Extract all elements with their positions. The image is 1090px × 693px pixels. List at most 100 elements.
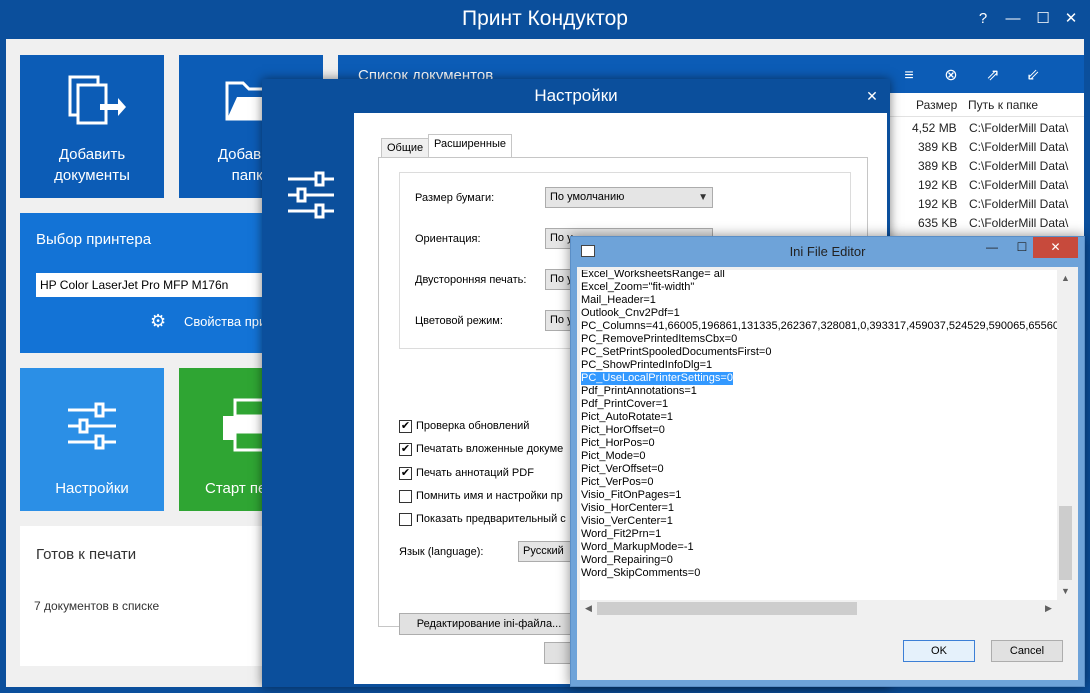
check-updates-checkbox[interactable]: ✔ Проверка обновлений (399, 419, 529, 435)
close-button[interactable]: ✕ (1054, 0, 1088, 38)
checkbox-label: Помнить имя и настройки пр (416, 490, 563, 502)
paper-size-select[interactable]: По умолчанию ▼ (545, 187, 713, 208)
settings-title: Настройки (534, 86, 618, 105)
move-up-icon[interactable]: ⇗ (978, 63, 1008, 89)
print-attachments-checkbox[interactable]: ✔ Печатать вложенные докуме (399, 442, 563, 458)
text-line: Word_Repairing=0 (581, 554, 673, 566)
status-title: Готов к печати (36, 546, 137, 563)
remove-document-icon[interactable]: ⊗ (936, 63, 966, 89)
printer-select-title: Выбор принтера (36, 231, 152, 248)
print-pdf-annotations-checkbox[interactable]: ✔ Печать аннотаций PDF (399, 466, 534, 482)
text-line: Pict_VerPos=0 (581, 476, 654, 488)
settings-close-button[interactable]: ✕ (860, 79, 884, 113)
scroll-down-icon[interactable]: ▼ (1057, 583, 1074, 600)
edit-ini-button[interactable]: Редактирование ini-файла... (399, 613, 579, 635)
horizontal-scroll-thumb[interactable] (597, 602, 857, 615)
row-path: C:\FolderMill Data\ (969, 216, 1069, 230)
minimize-button[interactable]: — (996, 0, 1030, 38)
table-row[interactable]: 4,52 MB C:\FolderMill Data\ (890, 119, 1084, 138)
orientation-label: Ориентация: (415, 233, 481, 245)
tab-advanced[interactable]: Расширенные (428, 134, 512, 158)
ok-button[interactable]: OK (903, 640, 975, 662)
text-line: Outlook_Cnv2Pdf=1 (581, 307, 680, 319)
sliders-icon (68, 402, 116, 450)
checkbox-box (399, 489, 412, 503)
row-size: 4,52 MB (912, 121, 957, 135)
language-select[interactable]: Русский (518, 541, 578, 562)
remember-printer-checkbox[interactable]: Помнить имя и настройки пр (399, 489, 563, 505)
move-down-icon[interactable]: ⇙ (1018, 63, 1048, 89)
paper-size-value: По умолчанию (550, 191, 625, 203)
row-size: 389 KB (918, 140, 958, 154)
text-line: Pict_VerOffset=0 (581, 463, 664, 475)
checkbox-label: Проверка обновлений (416, 420, 530, 432)
row-size: 192 KB (918, 178, 958, 192)
table-row[interactable]: 192 KB C:\FolderMill Data\ (890, 176, 1084, 195)
table-row[interactable]: 389 KB C:\FolderMill Data\ (890, 138, 1084, 157)
table-header: Размер Путь к папке (890, 93, 1084, 117)
checkbox-box (399, 512, 412, 526)
vertical-scrollbar[interactable]: ▲ ▼ (1057, 270, 1074, 600)
paper-size-label: Размер бумаги: (415, 192, 495, 204)
table-row[interactable]: 192 KB C:\FolderMill Data\ (890, 195, 1084, 214)
checkbox-label: Печатать вложенные докуме (416, 443, 564, 455)
status-text: 7 документов в списке (34, 599, 160, 613)
checkbox-box: ✔ (399, 419, 412, 433)
column-path[interactable]: Путь к папке (968, 93, 1038, 117)
horizontal-scrollbar[interactable]: ◀ ▶ (580, 600, 1057, 617)
help-button[interactable]: ? (966, 0, 1000, 38)
settings-tile[interactable]: Настройки (20, 368, 164, 511)
tab-general[interactable]: Общие (381, 138, 430, 158)
add-documents-icon (68, 75, 126, 125)
duplex-label: Двусторонняя печать: (415, 274, 527, 286)
ini-minimize-button[interactable]: — (977, 237, 1007, 259)
text-line: Mail_Header=1 (581, 294, 656, 306)
row-size: 635 KB (918, 216, 958, 230)
ini-close-button[interactable]: ✕ (1033, 237, 1078, 258)
text-line: Pict_HorPos=0 (581, 437, 655, 449)
checkbox-label: Показать предварительный с (416, 513, 566, 525)
checkbox-label: Печать аннотаций PDF (416, 467, 534, 479)
text-line: PC_Columns=41,66005,196861,131335,262367… (581, 320, 1057, 332)
column-size[interactable]: Размер (916, 93, 957, 117)
text-line: Pict_Mode=0 (581, 450, 646, 462)
cancel-button[interactable]: Cancel (991, 640, 1063, 662)
text-line: Pict_AutoRotate=1 (581, 411, 674, 423)
text-line: PC_ShowPrintedInfoDlg=1 (581, 359, 713, 371)
checkbox-box: ✔ (399, 466, 412, 480)
scroll-up-icon[interactable]: ▲ (1057, 270, 1074, 287)
text-line: Visio_HorCenter=1 (581, 502, 675, 514)
text-line: PC_RemovePrintedItemsCbx=0 (581, 333, 738, 345)
color-mode-label: Цветовой режим: (415, 315, 503, 327)
ini-text-area[interactable]: Excel_WorksheetsRange= all Excel_Zoom="f… (580, 270, 1057, 600)
chevron-down-icon: ▼ (698, 192, 708, 203)
scroll-right-icon[interactable]: ▶ (1040, 600, 1057, 617)
ini-editor-client: Excel_WorksheetsRange= all Excel_Zoom="f… (577, 267, 1078, 680)
gear-icon: ⚙ (150, 311, 167, 331)
text-line: Visio_FitOnPages=1 (581, 489, 682, 501)
row-size: 389 KB (918, 159, 958, 173)
sliders-icon (288, 171, 334, 219)
show-preview-checkbox[interactable]: Показать предварительный с (399, 512, 566, 528)
settings-label: Настройки (55, 480, 129, 497)
vertical-scroll-thumb[interactable] (1059, 506, 1072, 580)
row-path: C:\FolderMill Data\ (969, 121, 1069, 135)
language-label: Язык (language): (399, 546, 484, 558)
document-table: Размер Путь к папке 4,52 MB C:\FolderMill… (890, 93, 1084, 238)
row-path: C:\FolderMill Data\ (969, 159, 1069, 173)
scroll-left-icon[interactable]: ◀ (580, 600, 597, 617)
clear-list-icon[interactable]: ≡ (894, 63, 924, 89)
text-line: Excel_Zoom="fit-width" (581, 281, 695, 293)
text-line: Pict_HorOffset=0 (581, 424, 665, 436)
add-documents-tile[interactable]: Добавить документы (20, 55, 164, 198)
row-path: C:\FolderMill Data\ (969, 178, 1069, 192)
row-size: 192 KB (918, 197, 958, 211)
app-title: Принт Кондуктор (462, 7, 628, 30)
text-line: Visio_VerCenter=1 (581, 515, 673, 527)
selected-text-line: PC_UseLocalPrinterSettings=0 (581, 372, 733, 385)
table-row[interactable]: 389 KB C:\FolderMill Data\ (890, 157, 1084, 176)
add-documents-label: Добавить документы (54, 146, 130, 184)
table-row[interactable]: 635 KB C:\FolderMill Data\ (890, 214, 1084, 233)
language-value: Русский (523, 545, 564, 557)
text-line: Word_Fit2Prn=1 (581, 528, 662, 540)
